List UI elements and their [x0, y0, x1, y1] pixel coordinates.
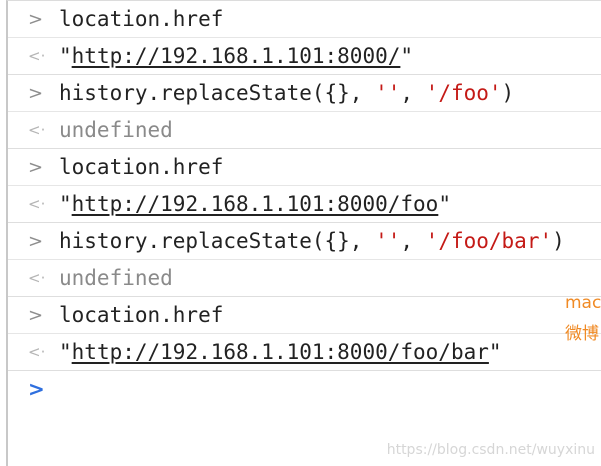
chevron-right-icon: > — [28, 157, 44, 178]
console-entry-output: <· undefined — [8, 260, 601, 297]
chevron-right-icon: > — [28, 305, 44, 326]
return-arrow-icon: <· — [28, 343, 46, 361]
quote-open: " — [59, 192, 72, 216]
chevron-right-icon: > — [28, 231, 44, 252]
return-arrow-icon: <· — [28, 47, 46, 65]
quote-close: " — [488, 340, 502, 364]
code-call-end: ) — [552, 229, 565, 253]
console-input-text: location.href — [59, 155, 224, 179]
console-input-text: location.href — [59, 7, 224, 31]
return-arrow-icon: <· — [28, 269, 46, 287]
string-literal: '/foo/bar' — [425, 229, 553, 253]
console-entry-input: > location.href — [8, 1, 601, 38]
console-prompt-input[interactable]: > — [8, 371, 601, 411]
string-literal: '/foo' — [425, 81, 502, 105]
code-separator: , — [400, 229, 426, 253]
console-output-value: "http://192.168.1.101:8000/foo" — [59, 186, 451, 223]
console-entry-input: > location.href — [8, 297, 601, 334]
console-output-value: "http://192.168.1.101:8000/foo/bar" — [59, 334, 502, 371]
quote-close: " — [438, 192, 451, 216]
console-entry-input: > location.href — [8, 149, 601, 186]
chevron-right-icon: > — [28, 377, 45, 401]
code-call-start: history.replaceState({}, — [59, 81, 376, 105]
output-url-link[interactable]: http://192.168.1.101:8000/ — [72, 44, 401, 68]
console-input-text: history.replaceState({}, '', '/foo') — [59, 75, 514, 112]
console-entry-output: <· "http://192.168.1.101:8000/" — [8, 38, 601, 75]
side-note-line1: mac — [565, 293, 601, 313]
console-output-value: undefined — [59, 118, 173, 142]
side-note-line2: 微博 — [565, 324, 599, 344]
output-url-link[interactable]: http://192.168.1.101:8000/foo/bar — [72, 340, 489, 364]
console-input-text: location.href — [59, 303, 224, 327]
return-arrow-icon: <· — [28, 121, 46, 139]
console-output-value: undefined — [59, 266, 173, 290]
output-url-link[interactable]: http://192.168.1.101:8000/foo — [72, 192, 439, 216]
quote-open: " — [59, 340, 72, 364]
chevron-right-icon: > — [28, 83, 44, 104]
console-panel: > location.href <· "http://192.168.1.101… — [6, 0, 601, 466]
quote-open: " — [59, 44, 72, 68]
console-input-text: history.replaceState({}, '', '/foo/bar') — [59, 223, 565, 260]
quote-close: " — [400, 44, 414, 68]
console-entry-output: <· "http://192.168.1.101:8000/foo/bar" — [8, 334, 601, 371]
chevron-right-icon: > — [28, 9, 44, 30]
string-literal: '' — [375, 81, 401, 105]
console-output-value: "http://192.168.1.101:8000/" — [59, 38, 413, 75]
console-entry-input: > history.replaceState({}, '', '/foo/bar… — [8, 223, 601, 260]
console-entry-input: > history.replaceState({}, '', '/foo') — [8, 75, 601, 112]
return-arrow-icon: <· — [28, 195, 46, 213]
console-entry-output: <· "http://192.168.1.101:8000/foo" — [8, 186, 601, 223]
console-entry-output: <· undefined — [8, 112, 601, 149]
code-call-start: history.replaceState({}, — [59, 229, 376, 253]
code-separator: , — [400, 81, 426, 105]
code-call-end: ) — [501, 81, 515, 105]
watermark-text: https://blog.csdn.net/wuyxinu — [386, 442, 595, 458]
string-literal: '' — [375, 229, 401, 253]
